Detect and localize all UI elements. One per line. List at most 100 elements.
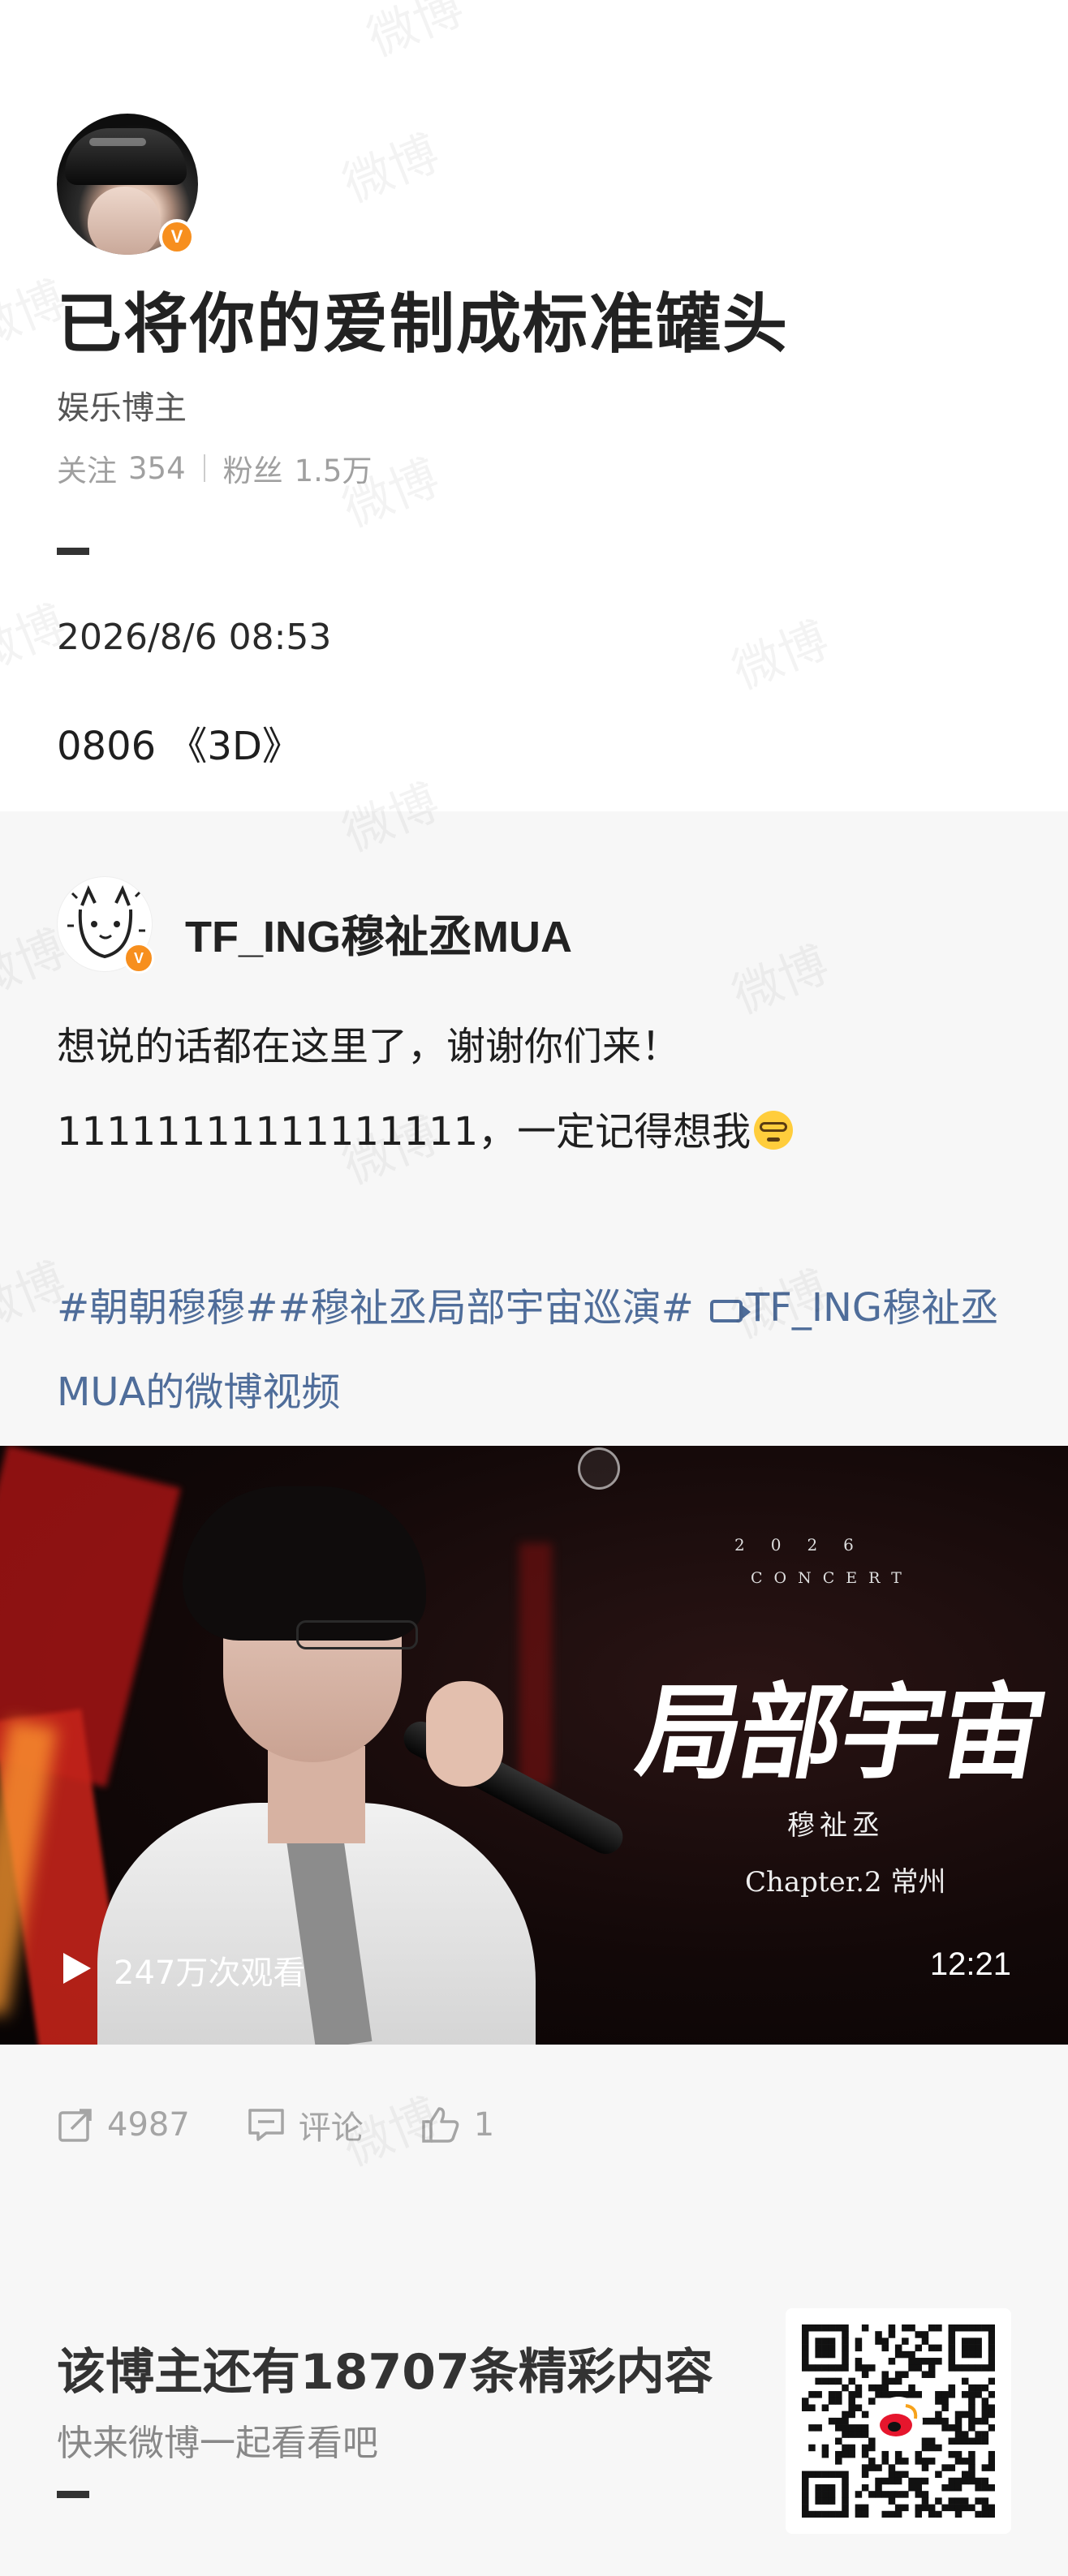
qr-module: [975, 2510, 982, 2518]
qr-module: [888, 2324, 896, 2332]
qr-module: [975, 2344, 982, 2352]
qr-module: [954, 2497, 962, 2505]
qr-module: [975, 2350, 982, 2359]
qr-module: [988, 2484, 995, 2492]
qr-module: [894, 2350, 902, 2359]
qr-module: [975, 2497, 982, 2505]
qr-module: [954, 2437, 962, 2445]
qr-module: [848, 2410, 855, 2419]
qr-module: [975, 2477, 982, 2485]
qr-module: [881, 2477, 889, 2485]
followers-label[interactable]: 粉丝: [223, 446, 283, 490]
qr-module: [902, 2504, 909, 2512]
qr-module: [988, 2410, 995, 2419]
qr-module: [941, 2391, 949, 2398]
qr-module: [821, 2450, 829, 2458]
qr-module: [821, 2350, 829, 2359]
qr-module: [928, 2510, 936, 2518]
qr-module: [928, 2444, 936, 2452]
qr-module: [941, 2484, 949, 2492]
qr-module: [981, 2324, 989, 2332]
qr-module: [875, 2331, 882, 2338]
thumbs-up-icon: [422, 2107, 459, 2143]
qr-module: [842, 2510, 849, 2518]
qr-module: [975, 2384, 982, 2392]
qr-module: [802, 2510, 809, 2518]
following-label[interactable]: 关注: [57, 446, 117, 490]
like-button[interactable]: 1: [420, 2105, 494, 2144]
qr-module: [968, 2504, 975, 2512]
qr-module: [954, 2450, 962, 2458]
singer-glasses: [296, 1620, 418, 1649]
topic-hashtags[interactable]: #朝朝穆穆##穆祉丞局部宇宙巡演#: [57, 1285, 694, 1331]
qr-code[interactable]: [786, 2308, 1011, 2534]
qr-module: [842, 2471, 849, 2479]
reposted-post[interactable]: V TF_ING穆祉丞MUA 想说的话都在这里了，谢谢你们来！ 11111111…: [0, 811, 1068, 2207]
qr-module: [802, 2331, 809, 2338]
qr-module: [875, 2477, 882, 2485]
qr-module: [928, 2458, 936, 2465]
following-count[interactable]: 354: [128, 451, 186, 486]
qr-module: [821, 2491, 829, 2498]
qr-module: [875, 2384, 882, 2392]
qr-module: [988, 2331, 995, 2338]
qr-module: [842, 2444, 849, 2452]
qr-module: [935, 2358, 942, 2365]
qr-module: [888, 2377, 896, 2385]
promo-banner[interactable]: 该博主还有18707条精彩内容 快来微博一起看看吧: [0, 2207, 1068, 2576]
singer-hair: [183, 1486, 426, 1641]
qr-module: [842, 2337, 849, 2345]
qr-module: [855, 2510, 863, 2518]
qr-module: [802, 2344, 809, 2352]
video-duration: 12:21: [929, 1946, 1011, 1982]
qr-module: [908, 2324, 915, 2332]
weibo-logo-icon: [874, 2397, 923, 2445]
qr-module: [915, 2358, 923, 2365]
qr-module: [821, 2344, 829, 2352]
share-icon: [58, 2109, 92, 2142]
qr-module: [988, 2344, 995, 2352]
qr-module: [961, 2337, 969, 2345]
bubble: [578, 1447, 620, 1490]
qr-module: [808, 2364, 816, 2372]
qr-module: [835, 2510, 842, 2518]
video-player[interactable]: 2026 CONCERT 局部宇宙 穆祉丞 Chapter.2 常州 247万次…: [0, 1446, 1068, 2045]
play-icon[interactable]: [63, 1953, 91, 1984]
qr-module: [961, 2344, 969, 2352]
qr-module: [941, 2464, 949, 2471]
qr-module: [928, 2344, 936, 2352]
qr-module: [954, 2324, 962, 2332]
qr-module: [961, 2458, 969, 2465]
qr-module: [835, 2391, 842, 2398]
repost-author-name[interactable]: TF_ING穆祉丞MUA: [185, 901, 572, 965]
qr-module: [828, 2377, 836, 2385]
qr-module: [961, 2377, 969, 2385]
repost-button[interactable]: 4987: [57, 2106, 190, 2144]
qr-module: [988, 2324, 995, 2332]
qr-module: [888, 2510, 896, 2518]
qr-module: [968, 2471, 975, 2479]
qr-module: [902, 2350, 909, 2359]
qr-module: [928, 2358, 936, 2365]
qr-module: [821, 2324, 829, 2332]
profile-name[interactable]: 已将你的爱制成标准罐头: [57, 272, 789, 366]
qr-module: [948, 2497, 956, 2505]
qr-module: [855, 2504, 863, 2512]
qr-module: [928, 2417, 936, 2425]
action-bar: 4987 评论 1: [57, 2101, 551, 2148]
qr-module: [828, 2471, 836, 2479]
qr-module: [921, 2337, 929, 2345]
qr-module: [828, 2398, 836, 2405]
qr-module: [808, 2324, 816, 2332]
qr-module: [961, 2431, 969, 2438]
qr-module: [848, 2391, 855, 2398]
qr-module: [968, 2404, 975, 2411]
followers-count[interactable]: 1.5万: [295, 446, 373, 490]
qr-module: [808, 2424, 816, 2432]
qr-module: [981, 2437, 989, 2445]
qr-module: [802, 2491, 809, 2498]
qr-module: [861, 2464, 869, 2471]
comment-button[interactable]: 评论: [247, 2101, 364, 2148]
qr-module: [908, 2384, 915, 2392]
qr-module: [842, 2504, 849, 2512]
